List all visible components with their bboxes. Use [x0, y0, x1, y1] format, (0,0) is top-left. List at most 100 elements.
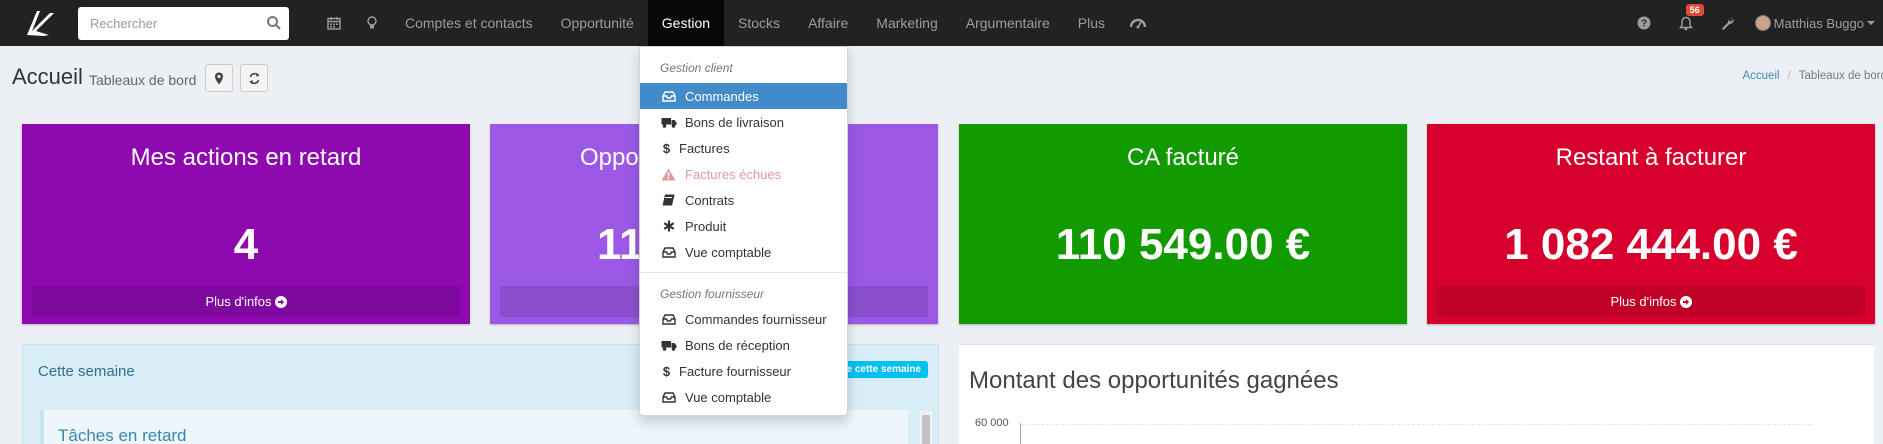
- page-subtitle: Tableaux de bord: [89, 72, 197, 88]
- inbox-icon: [660, 312, 677, 326]
- dropdown-item-label: Vue comptable: [685, 244, 772, 260]
- tile-footer-label: Plus d'infos: [205, 294, 272, 309]
- dropdown-item-label: Vue comptable: [685, 389, 772, 405]
- dropdown-item-label: Facture fournisseur: [679, 363, 791, 379]
- dashboard-icon[interactable]: [1119, 0, 1157, 46]
- svg-text:$: $: [662, 364, 670, 378]
- app-logo[interactable]: [0, 0, 78, 46]
- dropdown-item-factures[interactable]: $ Factures: [640, 135, 847, 161]
- dropdown-item-vue-comptable-fournisseur[interactable]: Vue comptable: [640, 384, 847, 410]
- arrow-circle-right-icon: [274, 295, 287, 308]
- dropdown-item-produit[interactable]: Produit: [640, 213, 847, 239]
- menu-comptes-contacts[interactable]: Comptes et contacts: [391, 0, 547, 46]
- dropdown-item-commandes-fournisseur[interactable]: Commandes fournisseur: [640, 306, 847, 332]
- breadcrumb: Accueil / Tableaux de bord: [1742, 70, 1883, 82]
- svg-text:$: $: [662, 141, 670, 155]
- tile-value: 4: [233, 220, 259, 269]
- tile-footer-label: Plus d'infos: [1610, 294, 1677, 309]
- menu-stocks[interactable]: Stocks: [724, 0, 794, 46]
- help-icon[interactable]: ?: [1623, 0, 1665, 46]
- tile-value: 1 082 444.00 €: [1504, 220, 1798, 269]
- dropdown-item-label: Commandes fournisseur: [685, 311, 827, 327]
- top-navbar: Comptes et contacts Opportunité Gestion …: [0, 0, 1883, 46]
- chart-gridline: [1021, 424, 1811, 425]
- avatar: [1754, 15, 1771, 31]
- inbox-icon: [660, 245, 677, 259]
- navbar-right: ? 56 Matthias Buggo: [1623, 0, 1883, 46]
- main-menu: Comptes et contacts Opportunité Gestion …: [315, 0, 1157, 46]
- content-header: Accueil Tableaux de bord Accueil / Tableau…: [0, 46, 1883, 110]
- bell-icon: [1678, 16, 1693, 30]
- panel-scrollbar[interactable]: [920, 411, 932, 444]
- menu-argumentaire[interactable]: Argumentaire: [952, 0, 1064, 46]
- dollar-icon: $: [660, 141, 672, 155]
- chart-title: Montant des opportunités gagnées: [969, 367, 1339, 394]
- refresh-icon: [249, 72, 259, 84]
- chart-y-axis: [1020, 423, 1021, 444]
- tile-more-info-link[interactable]: Plus d'infos: [1437, 286, 1865, 317]
- section-title: Tâches en retard: [58, 426, 187, 444]
- inbox-icon: [660, 390, 677, 404]
- lightbulb-icon[interactable]: [353, 0, 391, 46]
- gestion-dropdown: Gestion client Commandes Bons de livrais…: [639, 46, 848, 416]
- menu-marketing[interactable]: Marketing: [862, 0, 951, 46]
- menu-affaire[interactable]: Affaire: [794, 0, 862, 46]
- tile-restant-facturer: Restant à facturer 1 082 444.00 € Plus d…: [1427, 124, 1875, 324]
- search-input[interactable]: [90, 15, 266, 31]
- breadcrumb-home[interactable]: Accueil: [1742, 70, 1779, 82]
- map-marker-icon: [215, 72, 223, 84]
- tile-title: CA facturé: [1126, 144, 1240, 171]
- arrow-circle-right-icon: [1679, 295, 1692, 308]
- dropdown-header-supplier: Gestion fournisseur: [660, 287, 765, 301]
- menu-opportunite[interactable]: Opportunité: [547, 0, 648, 46]
- wrench-icon[interactable]: [1707, 0, 1749, 46]
- calendar-icon[interactable]: [315, 0, 353, 46]
- panel-title: Cette semaine: [38, 363, 135, 380]
- location-button[interactable]: [205, 64, 233, 92]
- user-name: Matthias Buggo: [1773, 15, 1864, 31]
- tile-ca-facture: CA facturé 110 549.00 €: [959, 124, 1407, 324]
- scrollbar-thumb[interactable]: [922, 415, 930, 444]
- dropdown-item-label: Commandes: [685, 88, 759, 104]
- tile-title: Mes actions en retard: [130, 144, 362, 171]
- notification-badge: 56: [1685, 4, 1704, 16]
- logo-icon: [27, 11, 54, 36]
- dropdown-item-label: Bons de réception: [685, 337, 790, 353]
- dropdown-item-contrats[interactable]: Contrats: [640, 187, 847, 213]
- user-menu[interactable]: Matthias Buggo: [1749, 0, 1883, 46]
- chart-y-tick: 60 000: [975, 417, 1009, 429]
- asterisk-icon: [660, 219, 677, 233]
- search-icon[interactable]: [266, 15, 282, 31]
- inbox-icon: [660, 89, 677, 103]
- truck-icon: [660, 115, 677, 129]
- refresh-button[interactable]: [240, 64, 268, 92]
- won-opportunities-chart-panel: Montant des opportunités gagnées 60 000: [959, 344, 1874, 444]
- dropdown-item-vue-comptable[interactable]: Vue comptable: [640, 239, 847, 265]
- dropdown-item-label: Factures échues: [685, 166, 782, 182]
- dropdown-item-label: Contrats: [685, 192, 735, 208]
- menu-gestion[interactable]: Gestion: [647, 0, 725, 46]
- page-title: Accueil: [12, 64, 83, 89]
- tile-title: Restant à facturer: [1555, 144, 1747, 171]
- tile-more-info-link[interactable]: Plus d'infos: [32, 286, 460, 317]
- dropdown-item-label: Bons de livraison: [685, 114, 784, 130]
- dropdown-divider: [640, 272, 847, 273]
- dropdown-item-bons-livraison[interactable]: Bons de livraison: [640, 109, 847, 135]
- search-box: [78, 6, 289, 40]
- dropdown-item-bons-reception[interactable]: Bons de réception: [640, 332, 847, 358]
- svg-text:?: ?: [1641, 19, 1647, 30]
- dropdown-item-label: Factures: [679, 140, 730, 156]
- dropdown-item-facture-fournisseur[interactable]: $ Facture fournisseur: [640, 358, 847, 384]
- menu-plus[interactable]: Plus: [1064, 0, 1119, 46]
- tile-actions-retard: Mes actions en retard 4 Plus d'infos: [22, 124, 470, 324]
- notifications-bell[interactable]: 56: [1665, 0, 1707, 46]
- dropdown-item-factures-echues[interactable]: Factures échues: [640, 161, 847, 187]
- warning-icon: [660, 167, 677, 181]
- tile-value: 110 549.00 €: [1055, 220, 1311, 269]
- caret-down-icon: [1867, 21, 1875, 25]
- week-label-badge: e cette semaine: [839, 361, 928, 378]
- truck-icon: [660, 338, 677, 352]
- dropdown-item-commandes[interactable]: Commandes: [640, 83, 847, 109]
- dollar-icon: $: [660, 364, 672, 378]
- breadcrumb-current: Tableaux de bord: [1798, 70, 1883, 82]
